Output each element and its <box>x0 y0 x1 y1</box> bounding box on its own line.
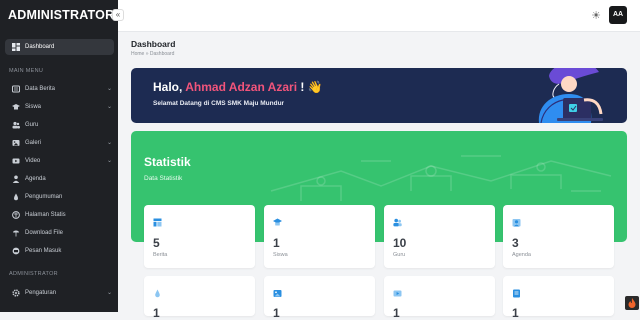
stat-card-agenda[interactable]: 3 Agenda <box>503 205 614 268</box>
section-main-menu: MAIN MENU <box>9 68 44 74</box>
sidebar-item-download-file[interactable]: Download File <box>12 227 112 239</box>
sidebar-item-agenda[interactable]: Agenda <box>12 173 112 185</box>
inbox-icon <box>12 247 20 255</box>
stat-value: 1 <box>273 236 280 250</box>
welcome-subtitle: Selamat Datang di CMS SMK Maju Mundur <box>153 100 285 107</box>
announcement-icon <box>12 193 20 201</box>
chevron-down-icon: ⌄ <box>106 104 112 110</box>
sidebar-item-label: Download File <box>25 230 64 236</box>
greeting-prefix: Halo, <box>153 80 183 94</box>
stat-value: 5 <box>153 236 160 250</box>
page-title: Dashboard <box>131 39 176 49</box>
teachers-icon <box>12 121 20 129</box>
user-name: Ahmad Adzan Azari <box>185 80 298 94</box>
sidebar-item-halaman-statis[interactable]: Halaman Statis <box>12 209 112 221</box>
video-icon <box>12 157 20 165</box>
breadcrumb-separator: » <box>145 51 149 57</box>
stat-card-halaman[interactable]: 1 <box>503 276 614 320</box>
sidebar-item-pengaturan[interactable]: Pengaturan ⌄ <box>12 287 112 299</box>
waving-hand-icon: 👋 <box>307 80 323 94</box>
news-icon <box>153 214 162 227</box>
chevron-down-icon: ⌄ <box>106 86 112 92</box>
welcome-banner: Halo, Ahmad Adzan Azari ! 👋 Selamat Data… <box>131 68 627 123</box>
breadcrumb: Home » Dashboard <box>131 51 174 57</box>
page-icon <box>12 211 20 219</box>
teachers-icon <box>393 214 402 227</box>
stat-label: Berita <box>153 252 168 258</box>
section-administrator: ADMINISTRATOR <box>9 271 58 277</box>
brand-title: ADMINISTRATOR <box>8 8 115 22</box>
sidebar-item-guru[interactable]: Guru <box>12 119 112 131</box>
sidebar-item-label: Agenda <box>25 176 46 182</box>
sidebar-item-label: Pengumuman <box>25 194 63 200</box>
video-icon <box>393 285 402 297</box>
download-icon <box>12 229 20 237</box>
chevron-down-icon: ⌄ <box>106 140 112 146</box>
stat-label: Siswa <box>273 252 288 258</box>
sidebar-item-label: Data Berita <box>25 86 56 92</box>
chevron-down-icon: ⌄ <box>106 290 112 296</box>
theme-toggle-sun-icon[interactable]: ☀ <box>589 9 603 23</box>
sidebar-item-label: Video <box>25 158 41 164</box>
stat-card-pengumuman[interactable]: 1 <box>144 276 255 320</box>
stat-card-galeri[interactable]: 1 <box>264 276 375 320</box>
stat-card-siswa[interactable]: 1 Siswa <box>264 205 375 268</box>
flame-icon <box>628 298 636 308</box>
floating-flame-widget[interactable] <box>625 296 639 310</box>
gallery-icon <box>12 139 20 147</box>
stat-label: Guru <box>393 252 406 258</box>
stat-value: 1 <box>393 306 400 320</box>
sidebar-item-galeri[interactable]: Galeri ⌄ <box>12 137 112 149</box>
news-icon <box>12 85 20 93</box>
stat-card-guru[interactable]: 10 Guru <box>384 205 495 268</box>
statistics-subtitle: Data Statistik <box>144 175 183 182</box>
agenda-icon <box>512 214 521 227</box>
dashboard-icon <box>12 43 20 51</box>
stat-value: 1 <box>153 306 160 320</box>
stat-card-berita[interactable]: 5 Berita <box>144 205 255 268</box>
sidebar-item-dashboard[interactable]: Dashboard <box>12 41 112 53</box>
sidebar-item-siswa[interactable]: Siswa ⌄ <box>12 101 112 113</box>
stat-value: 10 <box>393 236 407 250</box>
sidebar-item-pengumuman[interactable]: Pengumuman <box>12 191 112 203</box>
settings-icon <box>12 289 20 297</box>
statistics-title: Statistik <box>144 155 191 169</box>
sidebar-item-label: Pengaturan <box>25 290 57 296</box>
top-bar <box>118 0 640 32</box>
stat-value: 1 <box>512 306 519 320</box>
sidebar-item-label: Halaman Statis <box>25 212 66 218</box>
sidebar-item-label: Guru <box>25 122 39 128</box>
sidebar-item-label: Dashboard <box>25 44 55 50</box>
stat-label: Agenda <box>512 252 531 258</box>
person-with-laptop-illustration <box>538 68 603 123</box>
sidebar-collapse-button[interactable]: « <box>112 9 124 21</box>
sidebar-item-video[interactable]: Video ⌄ <box>12 155 112 167</box>
sidebar-item-label: Galeri <box>25 140 42 146</box>
students-icon <box>12 103 20 111</box>
sidebar-item-label: Pesan Masuk <box>25 248 62 254</box>
breadcrumb-home[interactable]: Home <box>131 51 144 57</box>
stat-card-video[interactable]: 1 <box>384 276 495 320</box>
stat-value: 3 <box>512 236 519 250</box>
page-icon <box>512 285 521 298</box>
students-icon <box>273 214 282 226</box>
welcome-greeting: Halo, Ahmad Adzan Azari ! 👋 <box>153 80 323 94</box>
stat-value: 1 <box>273 306 280 320</box>
breadcrumb-current: Dashboard <box>149 51 175 57</box>
chevron-down-icon: ⌄ <box>106 158 112 164</box>
agenda-icon <box>12 175 20 183</box>
sidebar-item-data-berita[interactable]: Data Berita ⌄ <box>12 83 112 95</box>
gallery-icon <box>273 285 282 297</box>
sidebar-item-label: Siswa <box>25 104 42 110</box>
sidebar: ADMINISTRATOR Dashboard MAIN MENU Data B… <box>0 0 118 312</box>
avatar[interactable]: AA <box>609 6 627 24</box>
announcement-icon <box>153 285 162 298</box>
greeting-suffix: ! <box>300 80 305 94</box>
sidebar-item-pesan-masuk[interactable]: Pesan Masuk <box>12 245 112 257</box>
